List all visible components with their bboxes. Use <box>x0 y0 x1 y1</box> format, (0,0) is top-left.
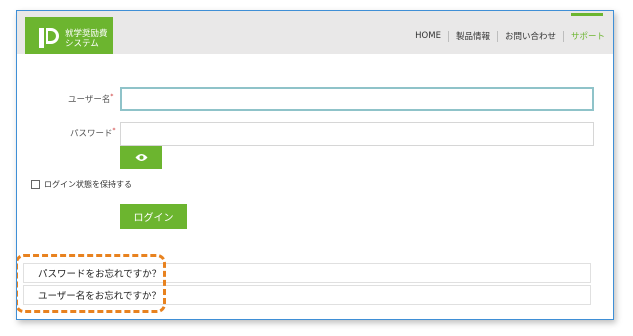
remember-checkbox[interactable] <box>31 180 40 189</box>
username-label: ユーザー名* <box>68 93 113 105</box>
show-password-button[interactable] <box>120 146 162 169</box>
password-label: パスワード* <box>70 127 116 139</box>
nav-products[interactable]: 製品情報 <box>456 30 490 42</box>
required-mark: * <box>112 127 116 134</box>
logo[interactable]: 就学奨励費 システム <box>25 17 113 54</box>
logo-mark-icon <box>39 28 59 48</box>
required-mark: * <box>110 93 114 100</box>
nav-contact[interactable]: お問い合わせ <box>505 30 556 42</box>
username-label-text: ユーザー名 <box>68 95 111 105</box>
site-header: 就学奨励費 システム HOME 製品情報 お問い合わせ サポート <box>17 11 613 54</box>
nav-support[interactable]: サポート <box>571 30 605 42</box>
nav-separator <box>496 30 498 42</box>
main-nav: HOME 製品情報 お問い合わせ サポート <box>415 30 605 42</box>
browser-frame: 就学奨励費 システム HOME 製品情報 お問い合わせ サポート ユーザー名* … <box>16 10 614 320</box>
username-input[interactable] <box>120 87 594 111</box>
login-button[interactable]: ログイン <box>120 204 187 229</box>
nav-separator <box>562 30 564 42</box>
eye-icon <box>135 154 147 161</box>
highlight-annotation <box>17 254 166 313</box>
nav-separator <box>447 30 449 42</box>
logo-text: 就学奨励費 システム <box>65 29 108 49</box>
remember-label: ログイン状態を保持する <box>44 180 132 189</box>
remember-login-row[interactable]: ログイン状態を保持する <box>31 179 132 190</box>
nav-active-indicator <box>571 13 603 16</box>
logo-text-line1: 就学奨励費 <box>65 29 108 39</box>
nav-home[interactable]: HOME <box>415 31 441 41</box>
password-label-text: パスワード <box>70 129 113 139</box>
logo-text-line2: システム <box>65 39 99 49</box>
password-input[interactable] <box>120 122 594 146</box>
